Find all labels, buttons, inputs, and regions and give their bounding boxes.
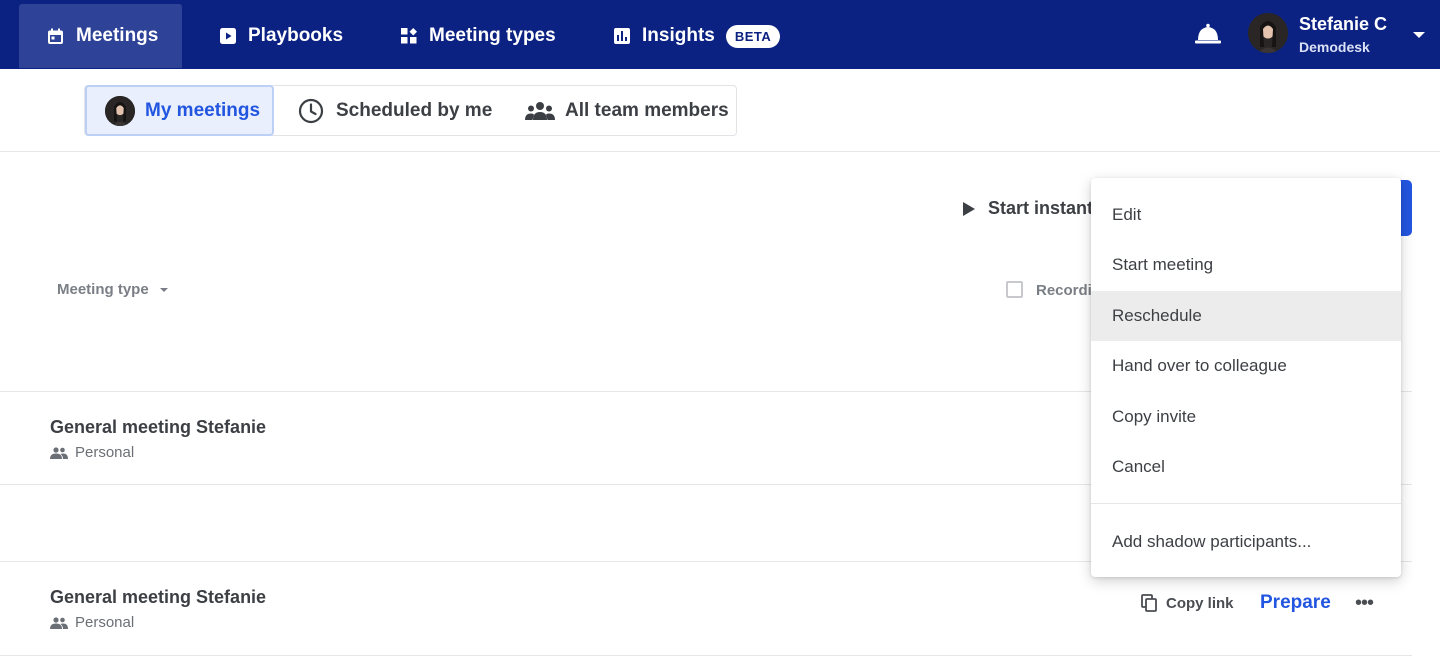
group-icon	[525, 101, 555, 120]
row-divider	[0, 655, 1412, 656]
user-name[interactable]: Stefanie C	[1299, 14, 1387, 35]
tab-my-meetings-label: My meetings	[145, 99, 261, 121]
start-instant-label: Start instant	[988, 198, 1094, 218]
nav-meeting-types-label: Meeting types	[429, 25, 556, 46]
meeting-title[interactable]: General meeting Stefanie	[50, 417, 266, 438]
recording-label: Recordi	[1036, 282, 1092, 299]
prepare-button[interactable]: Prepare	[1260, 592, 1331, 614]
nav-meetings[interactable]: Meetings	[19, 4, 182, 68]
beta-badge: BETA	[725, 24, 781, 48]
nav-playbooks[interactable]: Playbooks	[220, 4, 343, 68]
people-icon	[50, 446, 68, 459]
user-org: Demodesk	[1299, 39, 1370, 55]
play-icon	[963, 201, 975, 216]
copy-link-button[interactable]: Copy link	[1141, 594, 1234, 612]
tab-scheduled-by-me[interactable]: Scheduled by me	[298, 86, 492, 135]
meeting-type-label: Personal	[75, 614, 135, 631]
bar-chart-icon	[614, 28, 630, 44]
menu-item-hand-over[interactable]: Hand over to colleague	[1091, 341, 1401, 391]
menu-divider	[1091, 503, 1401, 504]
menu-item-copy-invite[interactable]: Copy invite	[1091, 392, 1401, 442]
widgets-icon	[401, 28, 417, 44]
my-avatar	[105, 95, 135, 126]
nav-insights-label: Insights	[642, 25, 715, 46]
meeting-scope-bar: My meetings Scheduled by me All team mem…	[0, 69, 1440, 152]
nav-playbooks-label: Playbooks	[248, 25, 344, 46]
calendar-icon	[48, 28, 63, 44]
people-icon	[50, 616, 68, 629]
start-instant-button[interactable]: Start instant	[962, 198, 1093, 219]
meeting-type-filter-label: Meeting type	[57, 281, 149, 298]
menu-item-reschedule[interactable]: Reschedule	[1091, 291, 1401, 341]
meeting-type-label: Personal	[75, 444, 135, 461]
recording-checkbox[interactable]	[1006, 281, 1023, 298]
caret-down-icon	[159, 287, 168, 292]
meeting-type-filter[interactable]: Meeting type	[57, 281, 169, 298]
menu-item-cancel[interactable]: Cancel	[1091, 442, 1401, 492]
copy-icon	[1141, 594, 1157, 612]
tab-all-team-members[interactable]: All team members	[525, 86, 729, 135]
chevron-down-icon[interactable]	[1412, 31, 1426, 39]
menu-item-edit[interactable]: Edit	[1091, 190, 1401, 240]
menu-item-add-shadow-participants[interactable]: Add shadow participants...	[1091, 517, 1401, 567]
notification-bell-icon[interactable]	[1194, 22, 1222, 46]
tab-my-meetings[interactable]: My meetings	[85, 85, 274, 136]
scope-segmented-control: My meetings Scheduled by me All team mem…	[84, 85, 737, 136]
meeting-type: Personal	[50, 444, 134, 461]
nav-meetings-label: Meetings	[76, 25, 159, 46]
copy-link-label: Copy link	[1166, 594, 1234, 612]
more-options-icon[interactable]: •••	[1355, 592, 1374, 615]
meeting-type: Personal	[50, 614, 134, 631]
user-avatar[interactable]	[1248, 13, 1288, 53]
nav-meeting-types[interactable]: Meeting types	[401, 4, 556, 68]
clock-icon	[298, 98, 324, 123]
play-square-icon	[220, 28, 236, 44]
menu-item-start-meeting[interactable]: Start meeting	[1091, 240, 1401, 290]
meeting-context-menu: Edit Start meeting Reschedule Hand over …	[1091, 178, 1401, 577]
nav-insights[interactable]: Insights BETA	[614, 4, 781, 68]
meeting-title[interactable]: General meeting Stefanie	[50, 587, 266, 608]
tab-scheduled-by-me-label: Scheduled by me	[336, 99, 493, 121]
top-nav-bar: Meetings Playbooks Meeting types Insight…	[0, 0, 1440, 69]
tab-all-team-members-label: All team members	[565, 99, 729, 121]
